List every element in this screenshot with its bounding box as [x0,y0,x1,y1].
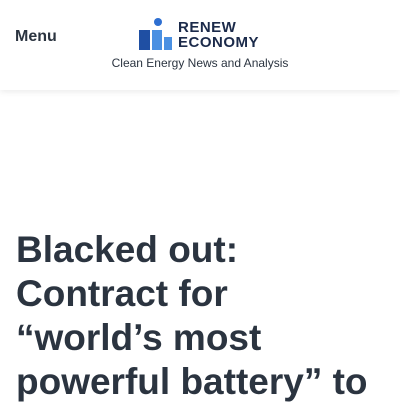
site-tagline: Clean Energy News and Analysis [111,56,289,70]
headline-line: Contract for [16,273,228,314]
menu-button[interactable]: Menu [15,26,57,48]
renew-economy-logo-icon [139,18,172,50]
headline-line: powerful battery” to [16,361,368,402]
ad-placeholder [0,90,400,220]
logo-word-bottom: ECONOMY [178,34,260,51]
site-logo[interactable]: RENEW ECONOMY [139,17,263,51]
logo-word-top: RENEW [178,19,237,36]
headline-line: Blacked out: [16,229,239,270]
site-header: Menu RENEW ECONOMY Clean Energy News and… [0,0,400,90]
headline-line: “world’s most [16,317,262,358]
article-headline: Blacked out: Contract for “world’s most … [16,228,396,404]
